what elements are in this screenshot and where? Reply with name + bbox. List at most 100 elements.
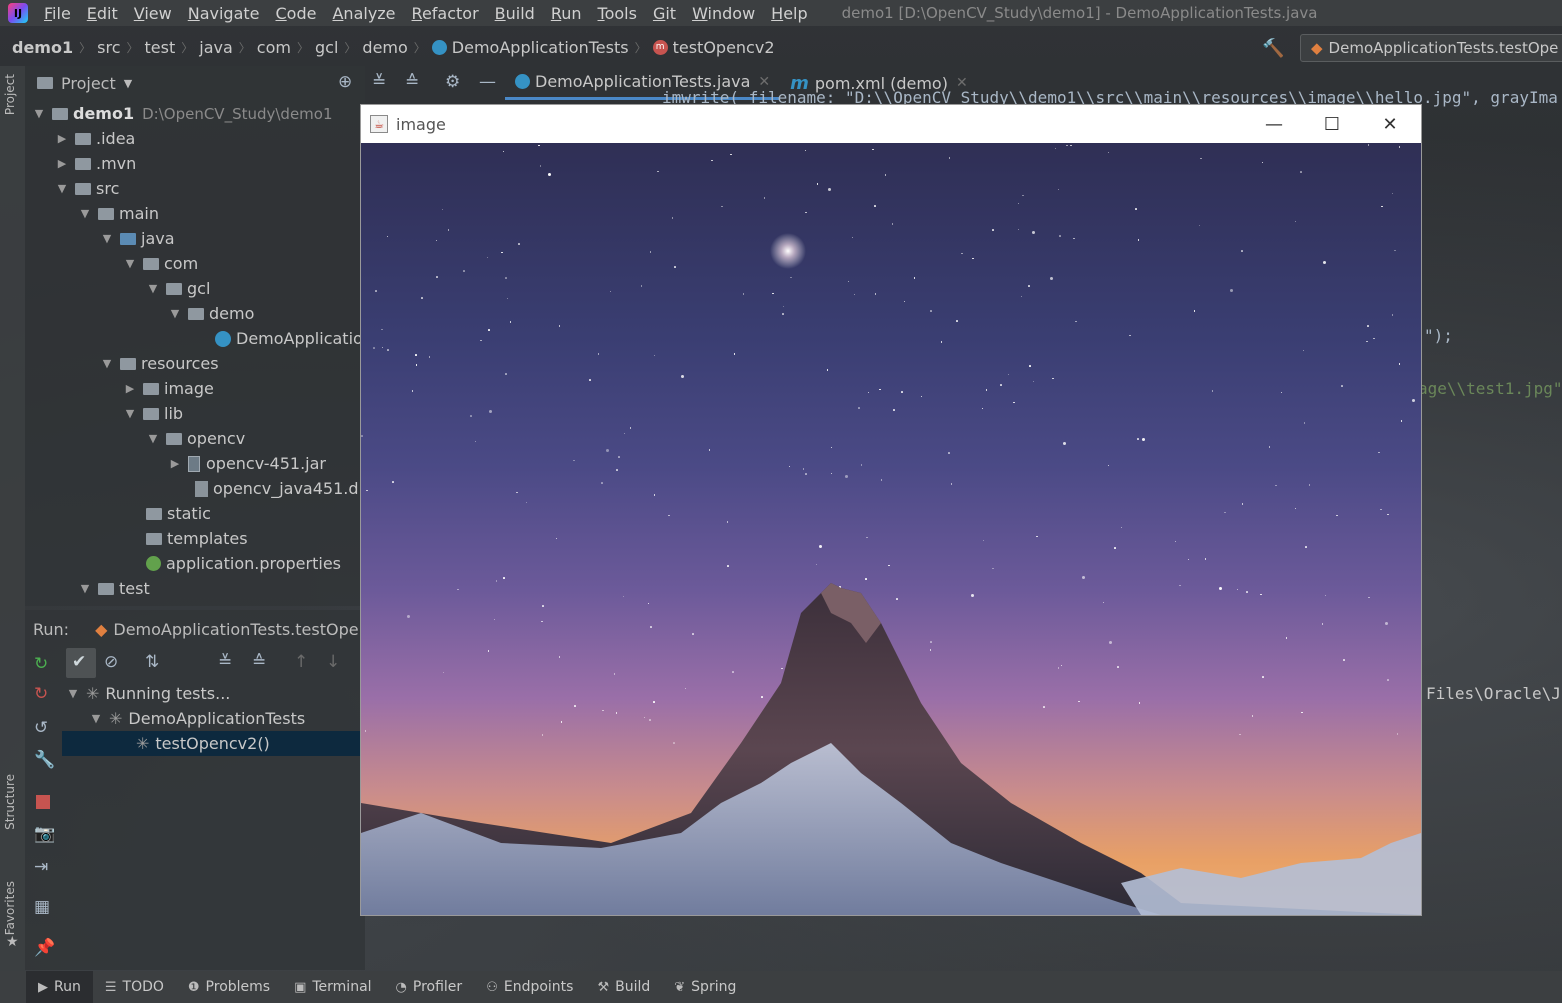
test-node-method[interactable]: ✳ testOpencv2() (62, 731, 360, 756)
exit-icon[interactable]: ⇥ (34, 857, 48, 877)
arrow-down-icon[interactable]: ↓ (326, 652, 340, 672)
tool-terminal[interactable]: ▣ Terminal (282, 971, 383, 1003)
code-line-fragment[interactable]: "); (1424, 326, 1453, 345)
test-node-class[interactable]: ▼ ✳ DemoApplicationTests (89, 706, 305, 731)
image-window-titlebar[interactable]: ☕ image — ☐ ✕ (361, 105, 1421, 143)
tree-item-idea[interactable]: ▶ .idea (55, 126, 136, 151)
crumb-demo[interactable]: demo (358, 38, 411, 57)
menu-refactor[interactable]: Refactor (404, 4, 487, 23)
crumb-com[interactable]: com (253, 38, 295, 57)
expand-all-icon[interactable]: ≚ (218, 652, 232, 672)
layout-icon[interactable]: ▦ (34, 897, 50, 917)
tree-item-test[interactable]: ▼ test (78, 576, 150, 601)
chevron-right-icon: ▶ (125, 382, 135, 395)
tool-problems[interactable]: ❶ Problems (176, 971, 282, 1003)
crumb-class-label: DemoApplicationTests (451, 37, 629, 57)
maximize-button[interactable]: ☐ (1303, 105, 1361, 143)
test-node-label: Running tests... (105, 684, 231, 703)
chevron-down-icon[interactable]: ▼ (124, 77, 132, 90)
project-title[interactable]: Project (61, 74, 116, 93)
collapse-all-icon[interactable]: ≙ (405, 72, 419, 92)
menu-git[interactable]: Git (645, 4, 684, 23)
collapse-all-icon[interactable]: ≙ (252, 652, 266, 672)
stop-icon[interactable] (36, 795, 50, 809)
code-line-fragment[interactable]: age\\test1.jpg" (1418, 379, 1562, 398)
expand-all-icon[interactable]: ≚ (372, 72, 386, 92)
tool-endpoints[interactable]: ⚇ Endpoints (474, 971, 585, 1003)
minimize-panel-icon[interactable]: — (479, 72, 496, 92)
tree-item-opencv-jar[interactable]: ▶ opencv-451.jar (168, 451, 326, 476)
menu-view[interactable]: View (126, 4, 180, 23)
menu-navigate[interactable]: Navigate (180, 4, 268, 23)
menu-build[interactable]: Build (487, 4, 543, 23)
tree-item-com[interactable]: ▼ com (123, 251, 198, 276)
crumb-gcl[interactable]: gcl (311, 38, 342, 57)
gear-icon[interactable]: ⚙ (445, 72, 460, 92)
menu-code[interactable]: Code (268, 4, 325, 23)
tab-project-vertical[interactable]: Project (3, 74, 17, 115)
locate-icon[interactable]: ⊕ (338, 72, 352, 92)
crumb-class[interactable]: DemoApplicationTests (428, 38, 633, 57)
crumb-java[interactable]: java (195, 38, 237, 57)
tool-run[interactable]: ▶ Run (26, 971, 93, 1003)
tab-favorites-vertical[interactable]: Favorites (3, 881, 17, 935)
menu-tools[interactable]: Tools (590, 4, 645, 23)
menu-window[interactable]: Window (684, 4, 763, 23)
menu-file[interactable]: File (36, 4, 79, 23)
tree-item-main[interactable]: ▼ main (78, 201, 159, 226)
toggle-autotest-icon[interactable]: ↺ (34, 718, 48, 738)
crumb-method[interactable]: m testOpencv2 (649, 38, 779, 57)
chevron-down-icon: ▼ (34, 107, 44, 120)
ignored-filter-icon[interactable]: ⊘ (104, 652, 118, 672)
tree-item-java[interactable]: ▼ java (100, 226, 175, 251)
wrench-icon[interactable]: 🔧 (34, 750, 55, 770)
tool-spring[interactable]: ❦ Spring (662, 971, 748, 1003)
tree-item-demoapplication[interactable]: DemoApplication (215, 326, 373, 351)
menu-run[interactable]: Run (543, 4, 590, 23)
menu-edit[interactable]: Edit (79, 4, 126, 23)
chevron-right-icon: 〉 (296, 40, 309, 55)
rerun-icon[interactable]: ↻ (34, 654, 48, 674)
tool-label: Spring (691, 979, 737, 995)
crumb-project[interactable]: demo1 (0, 38, 77, 57)
tree-item-mvn[interactable]: ▶ .mvn (55, 151, 137, 176)
tree-item-resources[interactable]: ▼ resources (100, 351, 219, 376)
tree-item-opencv[interactable]: ▼ opencv (146, 426, 245, 451)
tab-structure-vertical[interactable]: Structure (3, 774, 17, 830)
tree-item-templates[interactable]: templates (146, 526, 248, 551)
sort-icon[interactable]: ⇅ (145, 652, 159, 672)
crumb-src[interactable]: src (93, 38, 124, 57)
properties-file-icon (146, 556, 161, 571)
tree-item-lib[interactable]: ▼ lib (123, 401, 183, 426)
tool-profiler[interactable]: ◔ Profiler (384, 971, 475, 1003)
tree-path: D:\OpenCV_Study\demo1 (142, 104, 333, 123)
bright-star (770, 233, 806, 269)
run-config-tab[interactable]: DemoApplicationTests.testOpenc (113, 620, 377, 639)
run-config-selector[interactable]: ◆ DemoApplicationTests.testOpe (1300, 34, 1562, 62)
tree-item-static[interactable]: static (146, 501, 211, 526)
tree-item-demo1[interactable]: ▼ demo1 D:\OpenCV_Study\demo1 (32, 101, 333, 126)
menu-help[interactable]: Help (763, 4, 815, 23)
tool-todo[interactable]: ☰ TODO (93, 971, 176, 1003)
close-button[interactable]: ✕ (1361, 105, 1419, 143)
rerun-failed-icon[interactable]: ↻ (34, 684, 48, 704)
arrow-up-icon[interactable]: ↑ (294, 652, 308, 672)
package-icon (166, 282, 182, 295)
tree-item-application-properties[interactable]: application.properties (146, 551, 341, 576)
tool-label: TODO (122, 979, 164, 995)
crumb-test[interactable]: test (141, 38, 180, 57)
tool-build[interactable]: ⚒ Build (585, 971, 662, 1003)
pin-icon[interactable]: 📌 (34, 938, 55, 958)
tree-item-opencv-dll[interactable]: opencv_java451.dll (195, 476, 367, 501)
tree-item-gcl[interactable]: ▼ gcl (146, 276, 211, 301)
hammer-icon[interactable]: 🔨 (1262, 38, 1284, 59)
image-window[interactable]: ☕ image — ☐ ✕ (360, 104, 1422, 916)
tree-item-src[interactable]: ▼ src (55, 176, 120, 201)
right-ridge (1121, 833, 1421, 915)
test-node-root[interactable]: ▼ ✳ Running tests... (66, 681, 231, 706)
camera-icon[interactable]: 📷 (34, 824, 55, 844)
menu-analyze[interactable]: Analyze (324, 4, 403, 23)
tree-item-demo[interactable]: ▼ demo (168, 301, 255, 326)
minimize-button[interactable]: — (1245, 105, 1303, 143)
tree-item-image[interactable]: ▶ image (123, 376, 214, 401)
